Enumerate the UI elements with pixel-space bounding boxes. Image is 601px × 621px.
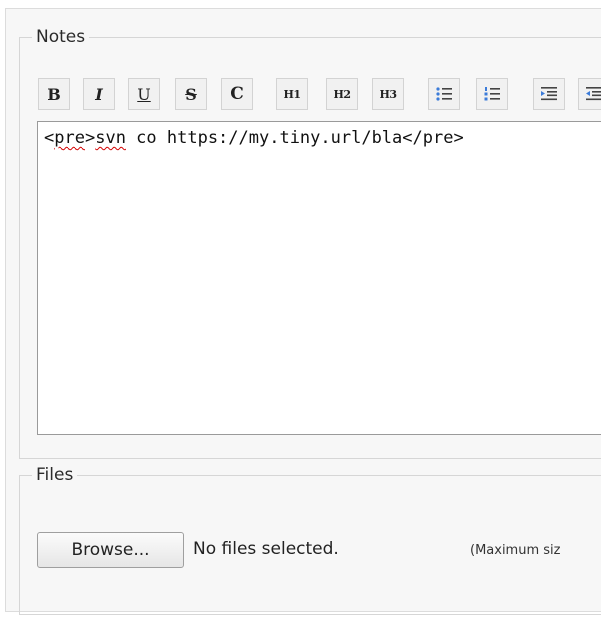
content-text: co https://my.tiny.url/bla</pre> [125, 128, 464, 148]
strikethrough-button[interactable]: S [175, 78, 207, 110]
code-button[interactable]: C [221, 78, 253, 110]
misspelled-word: pre [54, 128, 85, 148]
notes-textarea[interactable]: <pre>svn co https://my.tiny.url/bla</pre… [37, 121, 601, 435]
numbered-list-icon [484, 87, 500, 101]
underline-button[interactable]: U [128, 78, 160, 110]
outdent-button[interactable] [578, 78, 601, 110]
file-status: No files selected. [193, 539, 339, 559]
editor-toolbar: B I U S C H1 H2 H3 [38, 78, 601, 114]
heading2-button[interactable]: H2 [326, 78, 358, 110]
outdent-icon [586, 87, 601, 101]
heading1-button[interactable]: H1 [276, 78, 308, 110]
bullet-list-icon [436, 87, 452, 101]
bullet-list-button[interactable] [428, 78, 460, 110]
content-text: < [44, 128, 55, 148]
heading3-button[interactable]: H3 [372, 78, 404, 110]
max-size-note: (Maximum siz [470, 543, 561, 558]
indent-icon [541, 87, 557, 101]
notes-legend: Notes [36, 27, 86, 47]
italic-button[interactable]: I [83, 78, 115, 110]
bold-button[interactable]: B [38, 78, 70, 110]
indent-button[interactable] [533, 78, 565, 110]
browse-button[interactable]: Browse... [37, 532, 184, 568]
content-text: > [84, 128, 96, 148]
numbered-list-button[interactable] [476, 78, 508, 110]
files-legend: Files [36, 465, 74, 485]
misspelled-word: svn [95, 128, 126, 148]
